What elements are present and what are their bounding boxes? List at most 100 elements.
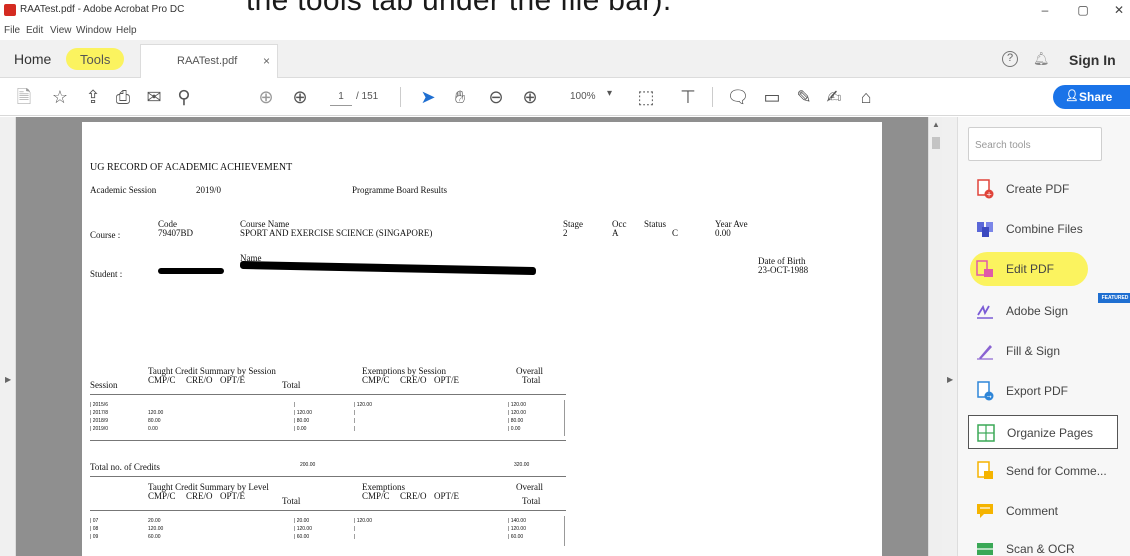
row-level: | 08 — [90, 526, 99, 532]
menu-edit[interactable]: Edit — [26, 25, 43, 36]
row-overall: | 80.00 — [508, 418, 524, 424]
col-header: CRE/O — [400, 491, 427, 501]
zoom-in-icon[interactable]: ⊕ — [518, 85, 542, 109]
tool-organize-pages[interactable]: Organize Pages — [968, 415, 1118, 449]
tool-scan-ocr[interactable]: Scan & OCR — [968, 535, 1118, 556]
expand-left-pane-icon[interactable]: ▶ — [5, 375, 11, 384]
tool-label: Fill & Sign — [1006, 344, 1061, 358]
print-icon[interactable]: ⎙ — [111, 85, 135, 109]
fit-page-icon[interactable]: ⬚ — [634, 85, 658, 109]
tool-adobe-sign[interactable]: Adobe Sign — [968, 297, 1118, 325]
tools-pane: + Create PDF Combine Files Edit PDF FEAT… — [958, 117, 1130, 556]
col-header: CRE/O — [186, 375, 213, 385]
find-search-icon[interactable]: ⚲ — [172, 85, 196, 109]
scrollbar-thumb[interactable] — [932, 137, 940, 149]
hand-tool-icon[interactable]: ✋︎ — [448, 85, 472, 109]
row-session: | 2017/8 — [90, 410, 108, 416]
collapse-right-pane-icon[interactable]: ▶ — [947, 375, 953, 384]
close-window-button[interactable]: ✕ — [1104, 3, 1130, 17]
save-icon[interactable]: 🗎︎ — [12, 85, 36, 109]
scroll-up-icon[interactable]: ▲ — [932, 120, 940, 129]
left-pane-toggle[interactable]: ▶ — [0, 117, 16, 556]
tab-home[interactable]: Home — [14, 51, 51, 67]
stamp-icon[interactable]: ⌂ — [854, 85, 878, 109]
search-tools-box[interactable] — [968, 127, 1102, 161]
page-number-input[interactable]: 1 — [330, 88, 352, 106]
next-page-icon[interactable]: ⊕ — [288, 85, 312, 109]
upload-cloud-icon[interactable]: ⇪ — [81, 85, 105, 109]
board-label: Programme Board Results — [352, 185, 447, 195]
table-rule — [564, 400, 565, 436]
comment-bubble-icon — [977, 504, 993, 518]
tool-create-pdf[interactable]: + Create PDF — [968, 175, 1118, 203]
tab-document[interactable]: RAATest.pdf × — [140, 44, 278, 78]
tab-document-label: RAATest.pdf — [177, 55, 238, 67]
tool-fill-sign[interactable]: Fill & Sign — [968, 337, 1118, 365]
tool-send-for-comments[interactable]: Send for Comme... — [968, 457, 1118, 485]
help-icon[interactable]: ? — [1002, 51, 1018, 67]
previous-page-icon[interactable]: ⊕ — [254, 85, 278, 109]
edit-pdf-icon — [976, 260, 993, 277]
col-header: CMP/C — [362, 491, 390, 501]
email-icon[interactable]: ✉ — [142, 85, 166, 109]
signature-icon[interactable]: ✍︎ — [822, 85, 846, 109]
menu-bar: File Edit View Window Help — [0, 22, 1130, 40]
tool-comment[interactable]: Comment — [968, 497, 1118, 525]
document-scrollbar[interactable]: ▲ — [928, 117, 942, 556]
create-pdf-icon: + — [977, 179, 994, 199]
row-exemption: | — [354, 426, 356, 432]
select-cursor-icon[interactable]: ➤ — [416, 85, 440, 109]
student-label: Student : — [90, 269, 123, 279]
bookmark-star-icon[interactable]: ☆ — [48, 85, 72, 109]
col-header: OPT/E — [434, 375, 460, 385]
chevron-down-icon[interactable]: ▾ — [607, 88, 612, 99]
tool-combine-files[interactable]: Combine Files — [968, 215, 1118, 243]
row-session: | 2015/6 — [90, 402, 108, 408]
tool-export-pdf[interactable]: → Export PDF — [968, 377, 1118, 405]
comment-icon-2[interactable]: ▭ — [760, 85, 784, 109]
doc-heading: UG RECORD OF ACADEMIC ACHIEVEMENT — [90, 162, 293, 173]
tool-edit-pdf[interactable]: Edit PDF — [968, 255, 1118, 283]
right-pane-toggle[interactable]: ▶ — [942, 117, 958, 556]
dob-value: 23-OCT-1988 — [758, 265, 809, 275]
notification-bell-icon[interactable]: 🔔︎ — [1033, 51, 1050, 67]
share-button[interactable]: 👤︎ Share — [1053, 85, 1130, 109]
row-exemption: | — [354, 526, 356, 532]
row-overall: | 120.00 — [508, 526, 526, 532]
tab-tools[interactable]: Tools — [66, 48, 124, 70]
zoom-out-icon[interactable]: ⊖ — [484, 85, 508, 109]
search-tools-input[interactable] — [975, 136, 1095, 154]
menu-file[interactable]: File — [4, 25, 20, 36]
row-exemption: | 120.00 — [354, 402, 372, 408]
row-cmp: 60.00 — [148, 534, 161, 540]
export-pdf-icon: → — [977, 381, 994, 401]
row-overall: | 60.00 — [508, 534, 524, 540]
menu-window[interactable]: Window — [76, 25, 112, 36]
minimize-button[interactable]: – — [1030, 3, 1060, 17]
row-overall: | 120.00 — [508, 410, 526, 416]
col-header: CMP/C — [148, 375, 176, 385]
comment-icon[interactable]: 🗨︎ — [726, 85, 750, 109]
maximize-button[interactable]: ▢ — [1068, 3, 1098, 17]
col-header: OPT/E — [434, 491, 460, 501]
row-cmp: 0.00 — [148, 426, 158, 432]
redaction-bar — [239, 260, 537, 276]
tool-label: Comment — [1006, 504, 1059, 518]
sign-in-link[interactable]: Sign In — [1069, 52, 1116, 68]
close-tab-icon[interactable]: × — [263, 54, 270, 68]
document-viewport[interactable]: UG RECORD OF ACADEMIC ACHIEVEMENT Academ… — [16, 117, 928, 556]
row-cmp: 120.00 — [148, 526, 164, 532]
level-overall-header: Overall — [516, 482, 543, 492]
pen-draw-icon[interactable]: ✎ — [792, 85, 816, 109]
row-total: | 120.00 — [294, 410, 312, 416]
menu-help[interactable]: Help — [116, 25, 137, 36]
row-exemption: | — [354, 410, 356, 416]
zoom-level-select[interactable]: 100% — [570, 91, 596, 102]
title-bar: RAATest.pdf - Adobe Acrobat Pro DC – ▢ ✕ — [0, 0, 1130, 22]
highlight-marker-icon[interactable]: ⊤ — [676, 85, 700, 109]
svg-text:+: + — [986, 191, 992, 199]
tool-label: Organize Pages — [1007, 426, 1094, 440]
overall-credits-value: 320.00 — [514, 462, 530, 468]
tool-label: Export PDF — [1006, 384, 1069, 398]
menu-view[interactable]: View — [50, 25, 72, 36]
